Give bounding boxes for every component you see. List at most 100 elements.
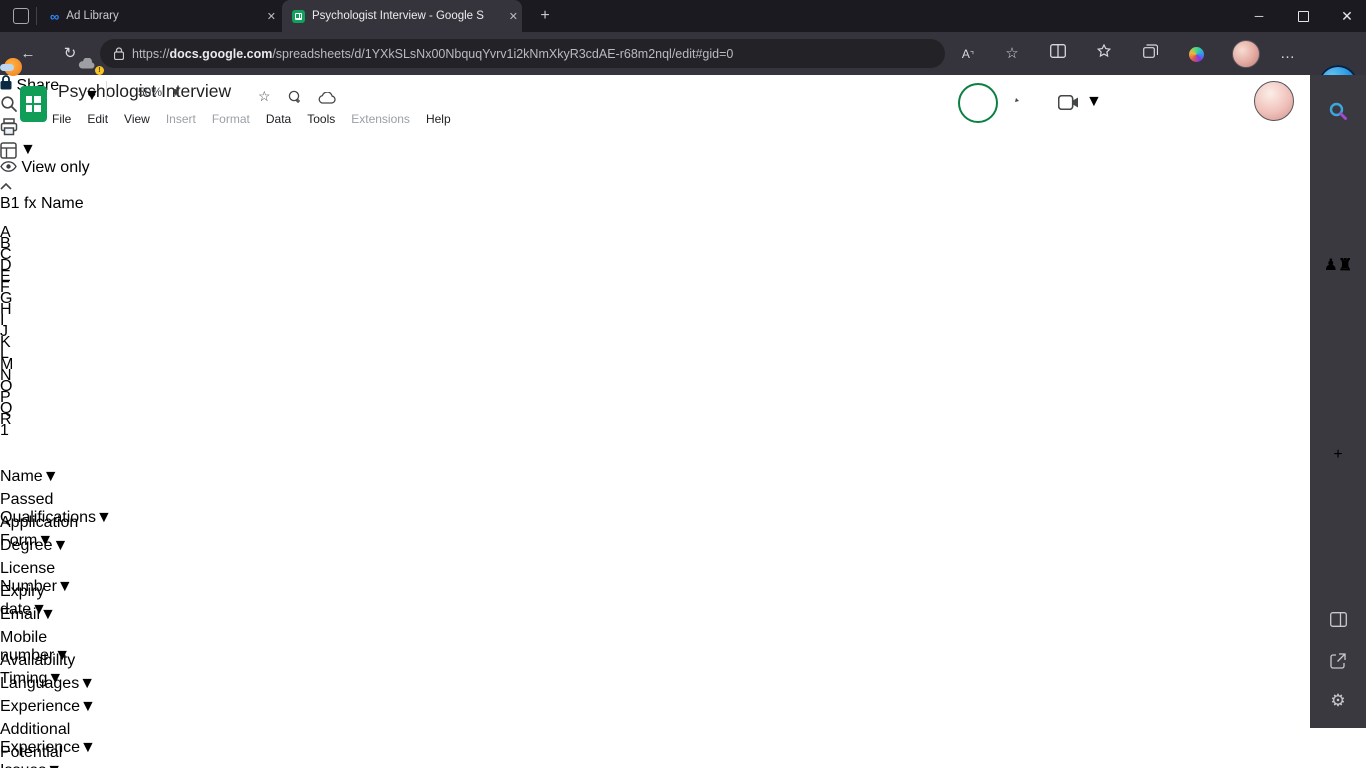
cell-L1[interactable]: Experience▼	[0, 698, 96, 721]
split-screen-icon[interactable]	[1046, 42, 1070, 66]
cell-I1[interactable]: Mobile number▼	[0, 629, 70, 664]
approval-status-icon[interactable]	[288, 90, 302, 107]
cell-N1[interactable]: Potential Issues▼	[0, 744, 62, 768]
sidebar-designer-icon[interactable]	[1324, 363, 1352, 391]
filter-icon[interactable]: ▼	[43, 468, 59, 485]
sidebar-outlook-icon[interactable]	[1324, 327, 1352, 355]
formula-bar: B1 ▼ fx Name	[0, 81, 1310, 213]
cell-F1[interactable]: License Number▼	[0, 560, 74, 595]
maximize-icon	[1298, 11, 1309, 22]
sidebar-search-icon[interactable]	[1324, 97, 1352, 125]
sidebar-panel-icon[interactable]	[1324, 605, 1352, 633]
sidebar-shopping-icon[interactable]	[1324, 177, 1352, 205]
browser-tab-sheets[interactable]: Psychologist Interview - Google S ✕	[282, 0, 522, 32]
eye-icon	[0, 161, 17, 172]
browser-profile-avatar[interactable]	[1232, 40, 1260, 68]
name-box[interactable]: B1	[0, 195, 20, 212]
favorite-star-icon[interactable]: ☆	[1000, 42, 1024, 66]
sheets-logo-icon[interactable]	[20, 86, 47, 122]
menu-tools[interactable]: Tools	[299, 109, 343, 129]
more-menu-icon[interactable]: …	[1276, 42, 1300, 66]
cell-E1[interactable]: Degree▼	[0, 537, 68, 560]
url-text: https://docs.google.com/spreadsheets/d/1…	[132, 46, 734, 61]
filter-icon[interactable]: ▼	[80, 739, 96, 756]
menu-edit[interactable]: Edit	[79, 109, 116, 129]
menu-file[interactable]: File	[44, 109, 79, 129]
sidebar-open-external-icon[interactable]	[1324, 647, 1352, 675]
cell-K1[interactable]: Languages▼	[0, 675, 95, 698]
column-header-P[interactable]: P	[0, 389, 60, 406]
close-tab-icon[interactable]: ✕	[505, 10, 522, 23]
column-header-N[interactable]: N	[0, 367, 53, 384]
cell-A1[interactable]	[0, 445, 15, 468]
maximize-button[interactable]	[1282, 0, 1324, 32]
formula-input[interactable]: Name	[41, 195, 84, 212]
collapse-toolbar-icon[interactable]	[0, 177, 1310, 195]
collections-icon[interactable]	[1138, 42, 1162, 66]
read-aloud-icon[interactable]: A⌝	[956, 42, 980, 66]
column-header-R[interactable]: R	[0, 411, 88, 428]
cell-H1[interactable]: Email▼	[0, 606, 160, 629]
tab-title: Psychologist Interview - Google S	[312, 10, 484, 22]
column-header-L[interactable]: L	[0, 345, 85, 362]
sidebar-m365-icon[interactable]	[1324, 289, 1352, 317]
menu-help[interactable]: Help	[418, 109, 459, 129]
new-tab-button[interactable]: +	[534, 5, 556, 27]
close-tab-icon[interactable]: ✕	[263, 10, 280, 23]
column-header-M[interactable]: M	[0, 356, 75, 373]
cell-J1[interactable]: Availability Timing▼	[0, 652, 130, 687]
menu-extensions: Extensions	[351, 111, 410, 126]
cell-M1[interactable]: Additional Experience▼	[0, 721, 96, 756]
tab-actions-icon[interactable]	[13, 8, 29, 24]
column-header-O[interactable]: O	[0, 378, 52, 395]
sidebar-games-icon[interactable]: ♟♜	[1324, 251, 1353, 279]
column-header-B[interactable]: B	[0, 235, 78, 252]
cell-D1[interactable]: Application Form▼	[0, 514, 78, 549]
filter-icon[interactable]: ▼	[40, 606, 56, 623]
lock-icon	[0, 75, 12, 90]
extensions-icon[interactable]	[1184, 42, 1208, 66]
close-window-button[interactable]: ✕	[1326, 0, 1366, 32]
star-icon[interactable]: ☆	[258, 88, 271, 105]
onedrive-warning-icon[interactable]: !	[78, 56, 104, 75]
zoom-select[interactable]: 50% ▼	[138, 85, 182, 99]
menu-insert: Insert	[165, 111, 196, 126]
menu-data[interactable]: Data	[258, 109, 299, 129]
minimize-button[interactable]: ─	[1238, 0, 1280, 32]
column-header-A[interactable]: A	[0, 224, 15, 241]
grid-corner[interactable]	[0, 213, 22, 224]
column-header-E[interactable]: E	[0, 268, 57, 285]
column-header-K[interactable]: K	[0, 334, 54, 351]
account-avatar[interactable]	[1254, 81, 1294, 121]
column-header-J[interactable]: J	[0, 323, 130, 340]
sidebar-drop-icon[interactable]	[1324, 399, 1352, 427]
favorites-icon[interactable]	[1092, 42, 1116, 66]
sidebar-tools-icon[interactable]	[1324, 215, 1352, 243]
sidebar-add-icon[interactable]: +	[1324, 441, 1352, 469]
sidebar-settings-gear-icon[interactable]: ⚙	[1324, 687, 1352, 715]
version-history-icon[interactable]	[1013, 91, 1035, 118]
column-header-Q[interactable]: Q	[0, 400, 57, 417]
filter-icon[interactable]: ▼	[79, 675, 95, 692]
column-header-H[interactable]: H	[0, 301, 160, 318]
video-call-icon[interactable]: ▼	[1058, 93, 1102, 111]
address-bar[interactable]: https://docs.google.com/spreadsheets/d/1…	[100, 39, 945, 68]
column-header-D[interactable]: D	[0, 257, 52, 274]
column-header-G[interactable]: G	[0, 290, 71, 307]
cell-B1[interactable]: Name▼	[0, 468, 78, 491]
view-only-label: View only	[21, 159, 90, 176]
view-only-chip[interactable]: View only	[0, 159, 1310, 177]
filter-icon[interactable]: ▼	[57, 578, 73, 595]
browser-tab-ad-library[interactable]: ∞ Ad Library ✕	[40, 0, 280, 32]
column-header-F[interactable]: F	[0, 279, 74, 296]
menu-view[interactable]: View	[116, 109, 158, 129]
cloud-saved-icon[interactable]	[318, 91, 336, 107]
filter-icon[interactable]: ▼	[80, 698, 96, 715]
format-as-currency-icon[interactable]: ▼	[0, 141, 1310, 159]
column-header-C[interactable]: C	[0, 246, 68, 263]
filter-icon[interactable]: ▼	[96, 509, 112, 526]
chevron-down-icon[interactable]: ▼	[84, 87, 100, 105]
filter-icon[interactable]: ▼	[52, 537, 68, 554]
cell-C1[interactable]: Passed Qualifications▼	[0, 491, 112, 526]
header-label: Email	[0, 606, 41, 623]
